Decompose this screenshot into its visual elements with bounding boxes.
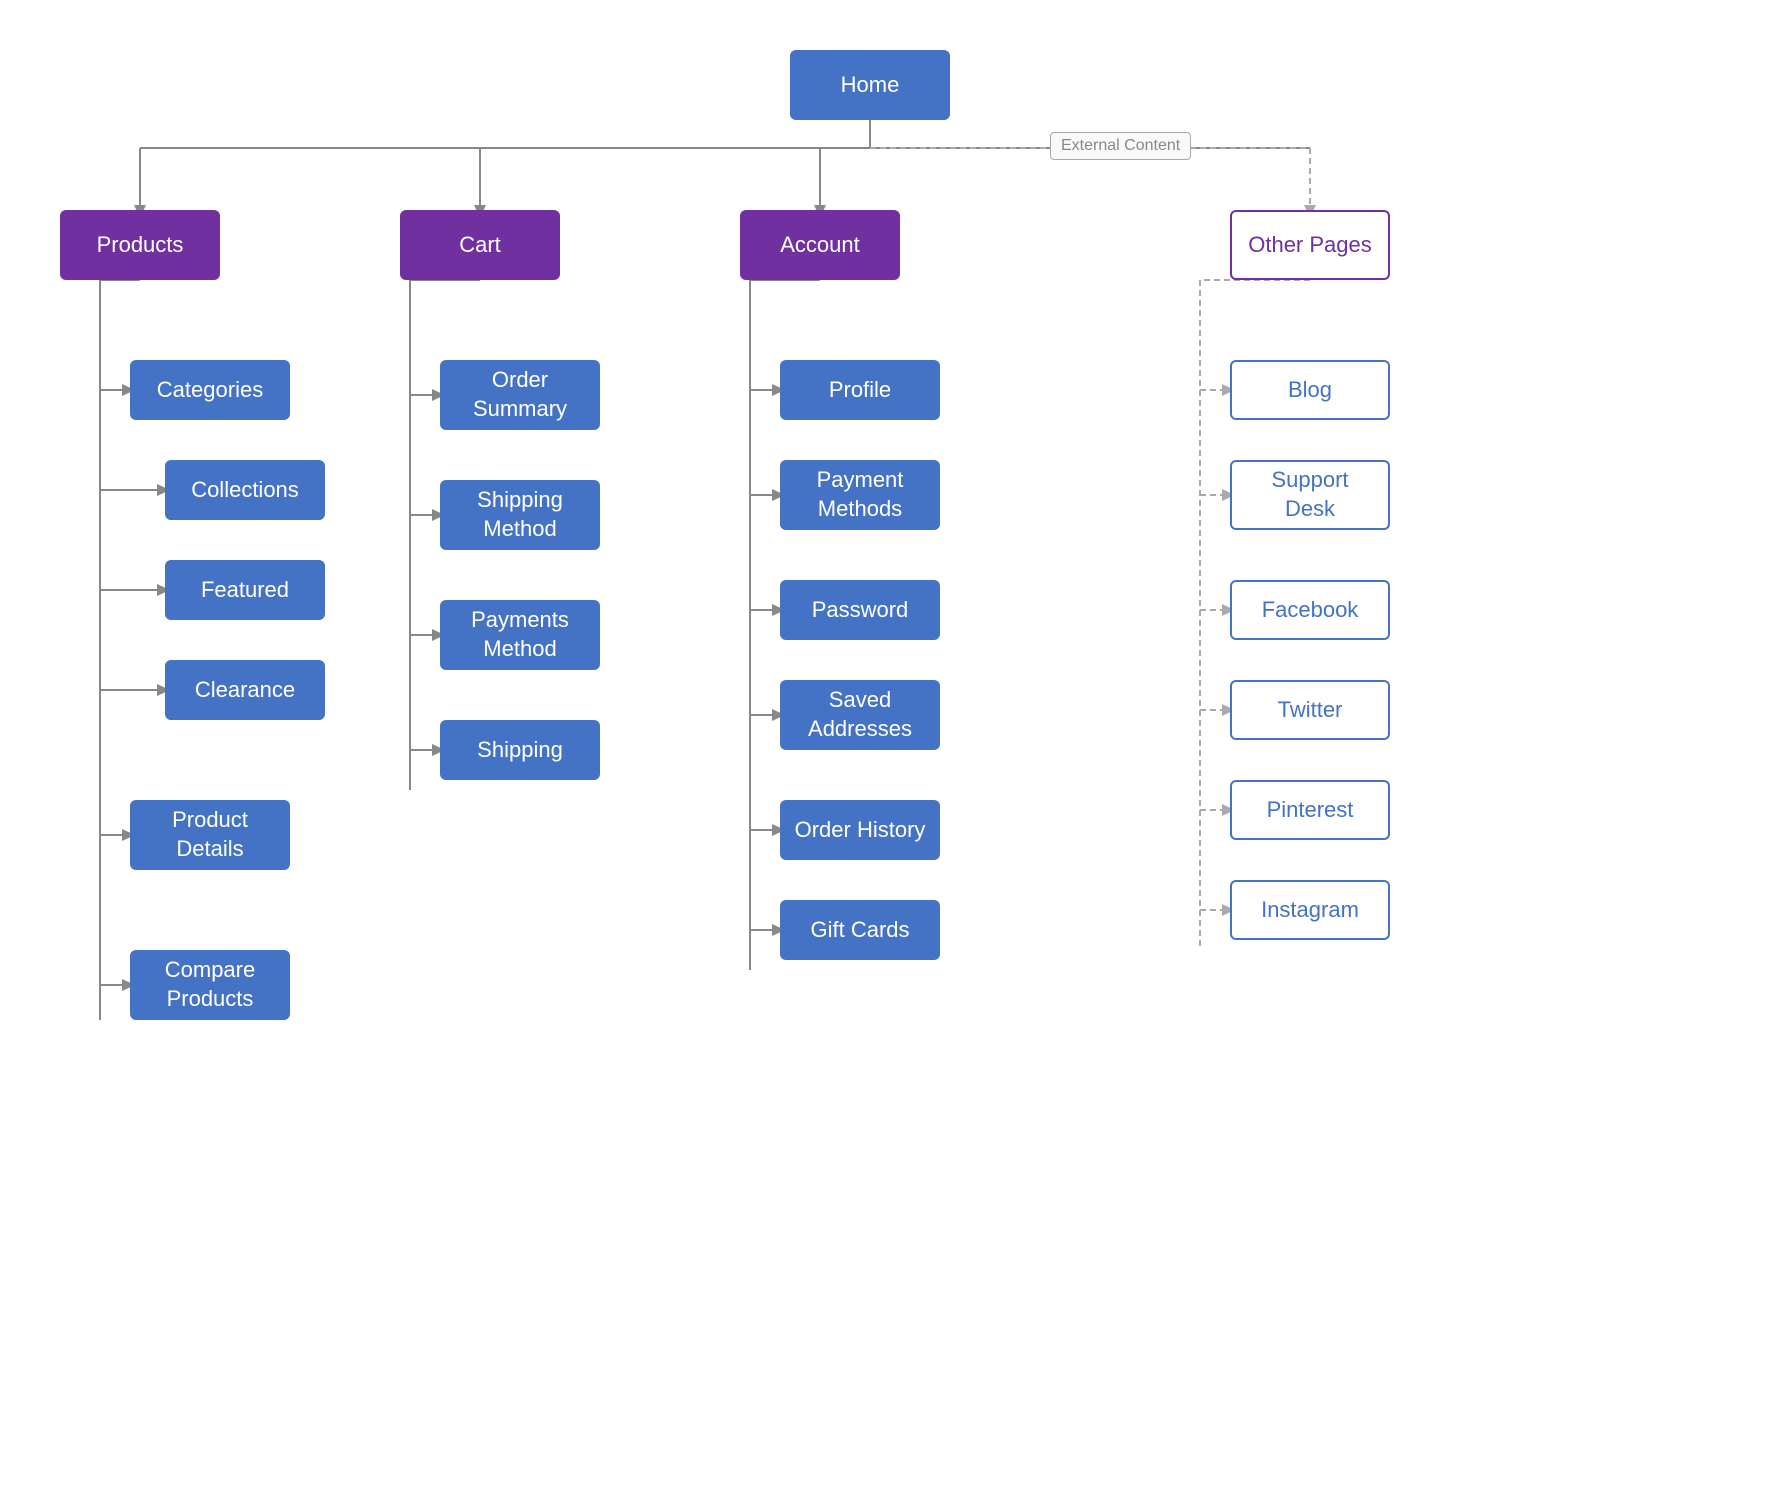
node-collections[interactable]: Collections <box>165 460 325 520</box>
node-blog[interactable]: Blog <box>1230 360 1390 420</box>
node-instagram[interactable]: Instagram <box>1230 880 1390 940</box>
node-payment-methods[interactable]: Payment Methods <box>780 460 940 530</box>
node-other-pages[interactable]: Other Pages <box>1230 210 1390 280</box>
node-shipping[interactable]: Shipping <box>440 720 600 780</box>
node-home[interactable]: Home <box>790 50 950 120</box>
node-gift-cards[interactable]: Gift Cards <box>780 900 940 960</box>
node-profile[interactable]: Profile <box>780 360 940 420</box>
node-products[interactable]: Products <box>60 210 220 280</box>
node-facebook[interactable]: Facebook <box>1230 580 1390 640</box>
node-account[interactable]: Account <box>740 210 900 280</box>
node-compare-products[interactable]: Compare Products <box>130 950 290 1020</box>
sitemap-diagram: Home External Content Products Cart Acco… <box>0 0 1780 1508</box>
node-payments-method[interactable]: Payments Method <box>440 600 600 670</box>
node-support-desk[interactable]: Support Desk <box>1230 460 1390 530</box>
node-order-history[interactable]: Order History <box>780 800 940 860</box>
node-password[interactable]: Password <box>780 580 940 640</box>
external-content-label: External Content <box>1050 132 1191 160</box>
node-twitter[interactable]: Twitter <box>1230 680 1390 740</box>
node-saved-addresses[interactable]: Saved Addresses <box>780 680 940 750</box>
node-pinterest[interactable]: Pinterest <box>1230 780 1390 840</box>
node-order-summary[interactable]: Order Summary <box>440 360 600 430</box>
node-featured[interactable]: Featured <box>165 560 325 620</box>
node-clearance[interactable]: Clearance <box>165 660 325 720</box>
node-categories[interactable]: Categories <box>130 360 290 420</box>
node-cart[interactable]: Cart <box>400 210 560 280</box>
node-product-details[interactable]: Product Details <box>130 800 290 870</box>
node-shipping-method[interactable]: Shipping Method <box>440 480 600 550</box>
